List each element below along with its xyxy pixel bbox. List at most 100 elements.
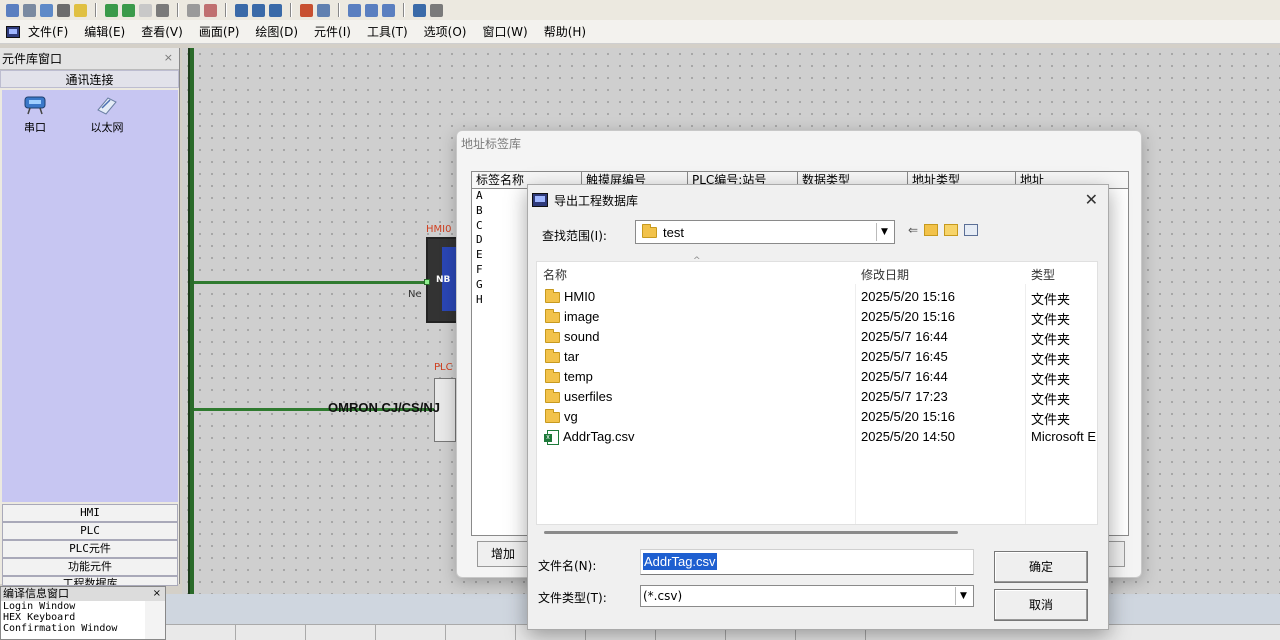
file-name: userfiles — [545, 389, 612, 404]
navigation-toolbar: ⇐ — [908, 223, 979, 237]
file-row[interactable]: tar 2025/5/7 16:45 文件夹 — [537, 346, 1097, 367]
plc-device-label: PLC — [434, 362, 453, 373]
toolbar-button-icon[interactable] — [300, 3, 313, 17]
toolbar — [0, 0, 1280, 20]
menu-screen[interactable]: 画面(P) — [199, 21, 240, 42]
file-row[interactable]: vg 2025/5/20 15:16 文件夹 — [537, 406, 1097, 427]
library-item-serial[interactable]: 串口 — [5, 94, 65, 135]
compile-title-bar: 编译信息窗口 × — [1, 587, 165, 601]
cancel-button[interactable]: 取消 — [994, 589, 1088, 621]
menubar: 文件(F) 编辑(E) 查看(V) 画面(P) 绘图(D) 元件(I) 工具(T… — [0, 20, 1280, 44]
toolbar-button-icon[interactable] — [74, 3, 87, 17]
menu-view[interactable]: 查看(V) — [141, 21, 183, 42]
toolbar-button-icon[interactable] — [187, 3, 200, 17]
library-tab-project-database[interactable]: 工程数据库 — [2, 576, 178, 586]
hmi-device-label: HMI0 — [426, 224, 452, 235]
filetype-dropdown[interactable]: (*.csv) ▼ — [640, 585, 974, 607]
compile-line: HEX Keyboard — [3, 612, 76, 623]
chevron-down-icon[interactable]: ▼ — [955, 587, 971, 605]
folder-icon — [545, 349, 560, 364]
back-icon[interactable]: ⇐ — [908, 223, 918, 237]
menu-tools[interactable]: 工具(T) — [367, 21, 408, 42]
export-dialog-title: 导出工程数据库 — [554, 193, 639, 208]
toolbar-button-icon[interactable] — [105, 3, 118, 17]
toolbar-button-icon[interactable] — [413, 3, 426, 17]
menu-window[interactable]: 窗口(W) — [482, 21, 527, 42]
file-date: 2025/5/20 15:16 — [861, 409, 955, 424]
toolbar-button-icon[interactable] — [269, 3, 282, 17]
library-tabs: HMI PLC PLC元件 功能元件 工程数据库 — [2, 504, 178, 586]
file-name-text: tar — [564, 349, 580, 364]
ok-button[interactable]: 确定 — [994, 551, 1088, 583]
toolbar-button-icon[interactable] — [6, 3, 19, 17]
file-name-text: temp — [564, 369, 593, 384]
new-folder-icon[interactable] — [944, 224, 959, 236]
toolbar-button-icon[interactable] — [382, 3, 395, 17]
toolbar-button-icon[interactable] — [204, 3, 217, 17]
file-row[interactable]: temp 2025/5/7 16:44 文件夹 — [537, 366, 1097, 387]
toolbar-button-icon[interactable] — [23, 3, 36, 17]
plc-model-label: OMRON CJ/CS/NJ — [328, 400, 440, 415]
library-tab-function-components[interactable]: 功能元件 — [2, 558, 178, 576]
close-icon[interactable]: ✕ — [1085, 190, 1098, 209]
lookin-value: test — [663, 224, 684, 240]
folder-icon — [545, 289, 560, 304]
column-name[interactable]: 名称 — [543, 266, 567, 283]
library-tab-plc-components[interactable]: PLC元件 — [2, 540, 178, 558]
view-menu-icon[interactable] — [964, 224, 979, 236]
file-name: image — [545, 309, 599, 324]
file-name: sound — [545, 329, 599, 344]
toolbar-button-icon[interactable] — [348, 3, 361, 17]
toolbar-separator — [338, 3, 340, 17]
file-row[interactable]: AddrTag.csv 2025/5/20 14:50 Microsoft E — [537, 426, 1097, 446]
library-close-icon[interactable]: × — [164, 51, 173, 64]
library-tab-hmi[interactable]: HMI — [2, 504, 178, 522]
menu-options[interactable]: 选项(O) — [424, 21, 467, 42]
filetype-label: 文件类型(T): — [538, 591, 607, 605]
toolbar-button-icon[interactable] — [235, 3, 248, 17]
column-date[interactable]: 修改日期 — [861, 266, 909, 283]
toolbar-button-icon[interactable] — [317, 3, 330, 17]
filename-label: 文件名(N): — [538, 559, 597, 573]
filename-input[interactable]: AddrTag.csv — [640, 549, 974, 575]
add-tag-button[interactable]: 增加 — [477, 541, 529, 567]
lookin-dropdown[interactable]: test ▼ — [635, 220, 895, 244]
horizontal-scrollbar[interactable] — [544, 531, 958, 534]
library-tab-plc[interactable]: PLC — [2, 522, 178, 540]
serial-port-icon — [22, 94, 48, 116]
toolbar-button-icon[interactable] — [252, 3, 265, 17]
file-date: 2025/5/7 16:45 — [861, 349, 948, 364]
library-item-label: 串口 — [24, 121, 46, 134]
menu-edit[interactable]: 编辑(E) — [84, 21, 125, 42]
menu-help[interactable]: 帮助(H) — [544, 21, 586, 42]
menu-file[interactable]: 文件(F) — [28, 21, 68, 42]
toolbar-button-icon[interactable] — [430, 3, 443, 17]
column-type[interactable]: 类型 — [1031, 266, 1055, 283]
file-row[interactable]: userfiles 2025/5/7 17:23 文件夹 — [537, 386, 1097, 407]
file-name: temp — [545, 369, 593, 384]
file-date: 2025/5/20 15:16 — [861, 289, 955, 304]
toolbar-button-icon[interactable] — [40, 3, 53, 17]
toolbar-button-icon[interactable] — [365, 3, 378, 17]
file-row[interactable]: HMI0 2025/5/20 15:16 文件夹 — [537, 286, 1097, 307]
toolbar-button-icon[interactable] — [156, 3, 169, 17]
export-dialog-title-bar: 导出工程数据库 ✕ — [528, 185, 1108, 215]
folder-icon — [545, 389, 560, 404]
menu-draw[interactable]: 绘图(D) — [255, 21, 298, 42]
library-section-communication[interactable]: 通讯连接 — [0, 70, 179, 88]
compile-close-icon[interactable]: × — [153, 587, 161, 601]
hmi-device[interactable]: NB — [426, 237, 458, 323]
up-folder-icon[interactable] — [924, 224, 939, 236]
file-row[interactable]: sound 2025/5/7 16:44 文件夹 — [537, 326, 1097, 347]
library-item-ethernet[interactable]: 以太网 — [77, 94, 137, 135]
file-row[interactable]: image 2025/5/20 15:16 文件夹 — [537, 306, 1097, 327]
toolbar-button-icon[interactable] — [122, 3, 135, 17]
toolbar-button-icon[interactable] — [57, 3, 70, 17]
hmi-connection-port[interactable] — [424, 279, 430, 285]
toolbar-button-icon[interactable] — [139, 3, 152, 17]
file-list[interactable]: ^ 名称 修改日期 类型 HMI0 2025/5/20 15:16 文件夹 image… — [536, 256, 1098, 525]
library-item-label: 以太网 — [90, 121, 124, 134]
chevron-down-icon[interactable]: ▼ — [876, 223, 892, 241]
menu-component[interactable]: 元件(I) — [314, 21, 351, 42]
sort-up-icon: ^ — [693, 256, 701, 266]
